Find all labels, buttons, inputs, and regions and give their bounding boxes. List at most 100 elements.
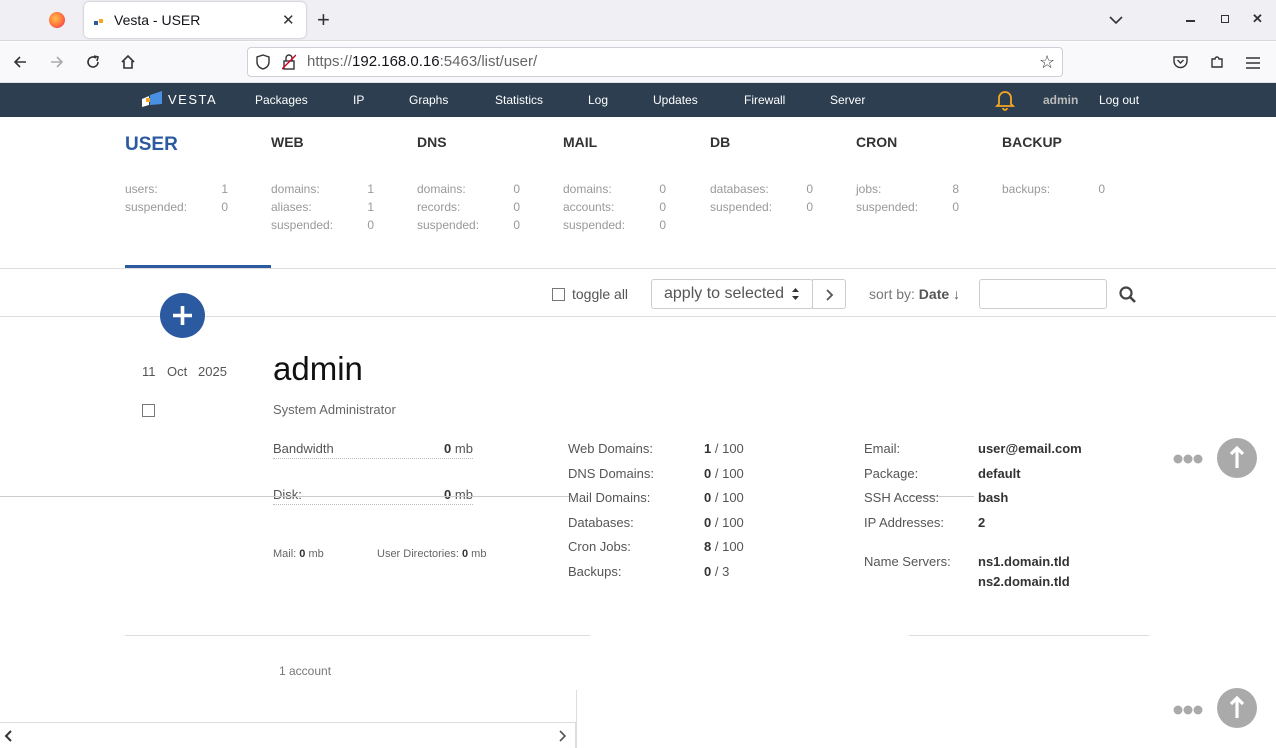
stat-value: 0 — [513, 218, 520, 232]
stat-value: 0 — [221, 200, 228, 214]
minimize-icon[interactable] — [1186, 20, 1195, 22]
info-label: SSH Access: — [864, 490, 940, 505]
arrow-up-icon — [1229, 695, 1245, 718]
scroll-top-button-bottom[interactable] — [1217, 688, 1257, 728]
ns-value: ns1.domain.tld — [978, 554, 1070, 569]
email-value: user@email.com — [978, 441, 1082, 456]
user-name[interactable]: admin — [273, 350, 363, 388]
stat-label: domains: — [563, 182, 612, 196]
info-label: Email: — [864, 441, 901, 456]
stat-label: domains: — [417, 182, 466, 196]
maximize-icon[interactable] — [1221, 15, 1229, 23]
stat-label: backups: — [1002, 182, 1051, 196]
back-icon[interactable] — [12, 54, 28, 75]
stat-title-web[interactable]: WEB — [271, 134, 304, 150]
logout-link[interactable]: Log out — [1099, 93, 1139, 107]
stat-label: suspended: — [125, 200, 188, 214]
scroll-right-icon[interactable] — [558, 729, 568, 747]
stat-label: accounts: — [563, 200, 615, 214]
stat-title-cron[interactable]: CRON — [856, 134, 897, 150]
search-input[interactable] — [979, 279, 1107, 309]
date-month: Oct — [167, 364, 188, 379]
toggle-all-checkbox[interactable] — [552, 288, 565, 301]
limit-value: 0 / 3 — [704, 564, 730, 579]
stat-value: 1 — [367, 200, 374, 214]
stat-title-dns[interactable]: DNS — [417, 134, 447, 150]
row-checkbox[interactable] — [142, 404, 155, 417]
nav-packages[interactable]: Packages — [255, 93, 308, 107]
stat-label: users: — [125, 182, 158, 196]
stat-title-backup[interactable]: BACKUP — [1002, 134, 1062, 150]
bookmark-star-icon[interactable]: ☆ — [1039, 52, 1055, 73]
forward-icon — [49, 54, 65, 75]
stat-label: jobs: — [856, 182, 882, 196]
firefox-icon[interactable] — [49, 12, 65, 28]
reload-icon[interactable] — [85, 54, 101, 75]
stat-label: suspended: — [417, 218, 480, 232]
stat-value: 0 — [1098, 182, 1105, 196]
package-value: default — [978, 466, 1021, 481]
date-year: 2025 — [198, 364, 227, 379]
plus-icon — [173, 306, 192, 325]
nav-ip[interactable]: IP — [353, 93, 364, 107]
limit-label: Cron Jobs: — [568, 539, 631, 554]
stat-title-mail[interactable]: MAIL — [563, 134, 597, 150]
limit-value: 8 / 100 — [704, 539, 744, 554]
nav-graphs[interactable]: Graphs — [409, 93, 448, 107]
pocket-icon[interactable] — [1173, 55, 1188, 74]
stat-label: databases: — [710, 182, 769, 196]
ssh-value: bash — [978, 490, 1009, 505]
toggle-all-label[interactable]: toggle all — [572, 286, 628, 302]
more-actions-icon[interactable] — [1173, 452, 1203, 470]
nav-log[interactable]: Log — [588, 93, 608, 107]
menu-icon[interactable] — [1246, 56, 1260, 74]
ip-value: 2 — [978, 515, 986, 530]
scroll-left-icon[interactable] — [3, 729, 13, 747]
stat-label: suspended: — [271, 218, 334, 232]
disk-bar — [273, 504, 473, 505]
vesta-logo-icon[interactable] — [140, 90, 164, 113]
tab-list-chevron-icon[interactable] — [1109, 12, 1123, 30]
sort-by[interactable]: sort by: Date ↓ — [869, 286, 960, 302]
sort-prefix: sort by: — [869, 286, 915, 302]
shield-icon[interactable] — [256, 54, 270, 75]
stat-title-user[interactable]: USER — [125, 134, 178, 156]
nav-server[interactable]: Server — [830, 93, 865, 107]
stat-value: 0 — [952, 200, 959, 214]
bandwidth-label: Bandwidth — [273, 441, 334, 456]
vesta-logo-text[interactable]: VESTA — [168, 92, 217, 107]
notifications-bell-icon[interactable] — [994, 89, 1016, 116]
nav-statistics[interactable]: Statistics — [495, 93, 543, 107]
url-text[interactable]: https://192.168.0.16:5463/list/user/ — [307, 53, 537, 70]
more-actions-icon-bottom[interactable] — [1173, 703, 1203, 721]
ns-label: Name Servers: — [864, 554, 951, 569]
apply-submit-button[interactable] — [812, 279, 846, 309]
userdir-usage: User Directories: 0 mb — [377, 548, 487, 560]
horizontal-scrollbar[interactable] — [0, 722, 576, 748]
disk-value: 0 mb — [444, 487, 473, 502]
apply-select[interactable]: apply to selected — [651, 279, 813, 309]
new-tab-icon[interactable]: + — [317, 7, 330, 33]
search-icon[interactable] — [1119, 286, 1137, 309]
limit-value: 1 / 100 — [704, 441, 744, 456]
limit-label: Databases: — [568, 515, 634, 530]
stat-value: 0 — [806, 200, 813, 214]
extensions-icon[interactable] — [1210, 54, 1225, 74]
stats-divider — [0, 268, 1276, 269]
stat-label: suspended: — [710, 200, 773, 214]
add-user-button[interactable] — [160, 293, 205, 338]
home-icon[interactable] — [120, 54, 136, 75]
stat-title-db[interactable]: DB — [710, 134, 730, 150]
nav-firewall[interactable]: Firewall — [744, 93, 785, 107]
nav-updates[interactable]: Updates — [653, 93, 698, 107]
account-count: 1 account — [279, 664, 332, 678]
tab-close-icon[interactable]: ✕ — [282, 11, 295, 29]
lock-icon[interactable] — [281, 54, 297, 75]
close-window-icon[interactable]: ✕ — [1252, 11, 1263, 27]
nav-user[interactable]: admin — [1043, 93, 1078, 107]
stat-label: suspended: — [563, 218, 626, 232]
date-day: 11 — [142, 364, 156, 379]
scroll-top-button[interactable] — [1217, 438, 1257, 478]
stat-value: 8 — [952, 182, 959, 196]
limit-value: 0 / 100 — [704, 490, 744, 505]
